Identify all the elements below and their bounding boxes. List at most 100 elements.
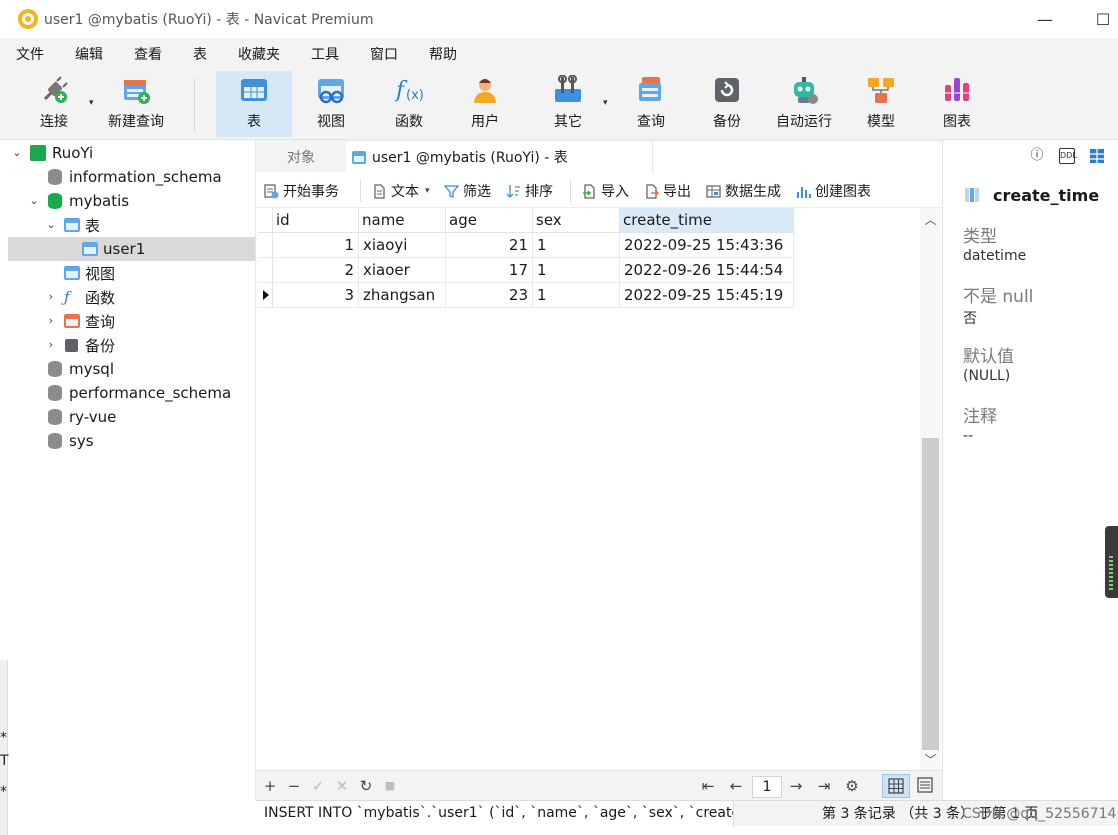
column-header-create-time[interactable]: create_time [620,208,794,233]
automation-button[interactable]: 自动运行 [770,71,838,137]
other-dropdown-icon[interactable]: ▾ [603,98,608,108]
menu-tools[interactable]: 工具 [311,44,339,64]
delete-record-button[interactable]: − [284,776,304,796]
table-row[interactable]: 3 zhangsan 23 1 2022-09-25 15:45:19 [258,283,794,308]
tree-db-mybatis[interactable]: ⌄ mybatis [8,189,255,213]
tab-objects[interactable]: 对象 [256,142,346,172]
cell-name[interactable]: zhangsan [359,283,446,308]
menu-file[interactable]: 文件 [16,44,44,64]
menu-table[interactable]: 表 [193,44,207,64]
import-button[interactable]: 导入 [582,180,629,202]
next-page-button[interactable]: → [786,776,806,796]
function-button[interactable]: f (x) 函数 [380,71,438,137]
column-header-age[interactable]: age [446,208,533,233]
last-page-button[interactable]: ⇥ [814,776,834,796]
user-button[interactable]: 用户 [456,71,514,137]
menu-view[interactable]: 查看 [134,44,162,64]
refresh-button[interactable]: ↻ [356,776,376,796]
chevron-right-icon[interactable]: › [45,315,57,327]
table-row[interactable]: 2 xiaoer 17 1 2022-09-26 15:44:54 [258,258,794,283]
chart-button[interactable]: 图表 [928,71,986,137]
cell-sex[interactable]: 1 [533,233,620,258]
maximize-button[interactable]: ☐ [1088,6,1118,32]
row-selector[interactable] [258,233,273,258]
tree-db-information-schema[interactable]: information_schema [8,165,255,189]
chevron-down-icon[interactable]: ⌄ [45,219,57,231]
grid-settings-button[interactable]: ⚙ [842,776,862,796]
tree-db-ry-vue[interactable]: ry-vue [8,405,255,429]
scroll-down-icon[interactable]: ﹀ [920,750,941,770]
tree-db-mysql[interactable]: mysql [8,357,255,381]
tree-folder-backups[interactable]: › 备份 [8,333,255,357]
table-button[interactable]: 表 [216,71,292,137]
apply-changes-button[interactable]: ✓ [308,776,328,796]
menu-window[interactable]: 窗口 [370,44,398,64]
sort-button[interactable]: 排序 [506,180,553,202]
cell-age[interactable]: 21 [446,233,533,258]
current-row-indicator[interactable] [258,283,273,308]
menu-edit[interactable]: 编辑 [75,44,103,64]
cell-sex[interactable]: 1 [533,258,620,283]
page-number-input[interactable]: 1 [752,776,782,798]
chevron-right-icon[interactable]: › [45,339,57,351]
cell-sex[interactable]: 1 [533,283,620,308]
cell-name[interactable]: xiaoyi [359,233,446,258]
chevron-down-icon[interactable]: ⌄ [28,195,40,207]
ddl-icon[interactable]: DDL [1059,148,1077,164]
chevron-down-icon[interactable]: ⌄ [11,147,23,159]
info-icon[interactable]: ⓘ [1029,148,1045,164]
column-header-name[interactable]: name [359,208,446,233]
menu-favorites[interactable]: 收藏夹 [238,44,280,64]
cell-create-time[interactable]: 2022-09-25 15:45:19 [620,283,794,308]
backup-button[interactable]: 备份 [698,71,756,137]
tree-db-sys[interactable]: sys [8,429,255,453]
cell-name[interactable]: xiaoer [359,258,446,283]
tree-table-user1[interactable]: user1 [8,237,255,261]
grid-panel-icon[interactable] [1089,148,1105,164]
view-button[interactable]: 视图 [302,71,360,137]
tree-folder-queries[interactable]: › 查询 [8,309,255,333]
cell-age[interactable]: 17 [446,258,533,283]
minimize-button[interactable]: — [1030,6,1060,32]
new-query-button[interactable]: 新建查询 [104,71,168,137]
query-button[interactable]: 查询 [622,71,680,137]
filter-button[interactable]: 筛选 [443,180,491,202]
form-view-button[interactable] [912,774,940,798]
tree-folder-functions[interactable]: › ƒ 函数 [8,285,255,309]
begin-transaction-button[interactable]: 开始事务 [264,180,339,202]
cell-id[interactable]: 3 [273,283,359,308]
model-button[interactable]: 模型 [852,71,910,137]
other-button[interactable]: 其它 [538,71,598,137]
row-selector[interactable] [258,258,273,283]
chevron-down-icon[interactable]: ▾ [425,186,430,196]
menu-help[interactable]: 帮助 [429,44,457,64]
grid-vertical-scrollbar[interactable]: ︿ ﹀ [920,208,941,770]
export-button[interactable]: 导出 [644,180,691,202]
data-generation-button[interactable]: 数据生成 [706,180,781,202]
text-view-button[interactable]: 文本 ▾ [372,180,430,202]
cell-create-time[interactable]: 2022-09-26 15:44:54 [620,258,794,283]
grid-view-button[interactable] [882,774,910,798]
column-header-id[interactable]: id [273,208,359,233]
scroll-thumb[interactable] [922,438,939,750]
tree-db-performance-schema[interactable]: performance_schema [8,381,255,405]
first-page-button[interactable]: ⇤ [698,776,718,796]
create-chart-button[interactable]: 创建图表 [796,180,871,202]
tree-connection-ruoyi[interactable]: ⌄ RuoYi [8,141,255,165]
cell-create-time[interactable]: 2022-09-25 15:43:36 [620,233,794,258]
previous-page-button[interactable]: ← [726,776,746,796]
connect-button[interactable]: 连接 [24,71,84,137]
connect-dropdown-icon[interactable]: ▾ [89,98,94,108]
tree-folder-tables[interactable]: ⌄ 表 [8,213,255,237]
cell-id[interactable]: 1 [273,233,359,258]
cell-age[interactable]: 23 [446,283,533,308]
column-header-sex[interactable]: sex [533,208,620,233]
discard-changes-button[interactable]: ✕ [332,776,352,796]
table-row[interactable]: 1 xiaoyi 21 1 2022-09-25 15:43:36 [258,233,794,258]
stop-button[interactable]: ■ [380,776,400,796]
tab-user1-table[interactable]: user1 @mybatis (RuoYi) - 表 [346,142,652,172]
scroll-up-icon[interactable]: ︿ [920,210,941,230]
tree-folder-views[interactable]: 视图 [8,261,255,285]
chevron-right-icon[interactable]: › [45,291,57,303]
cell-id[interactable]: 2 [273,258,359,283]
